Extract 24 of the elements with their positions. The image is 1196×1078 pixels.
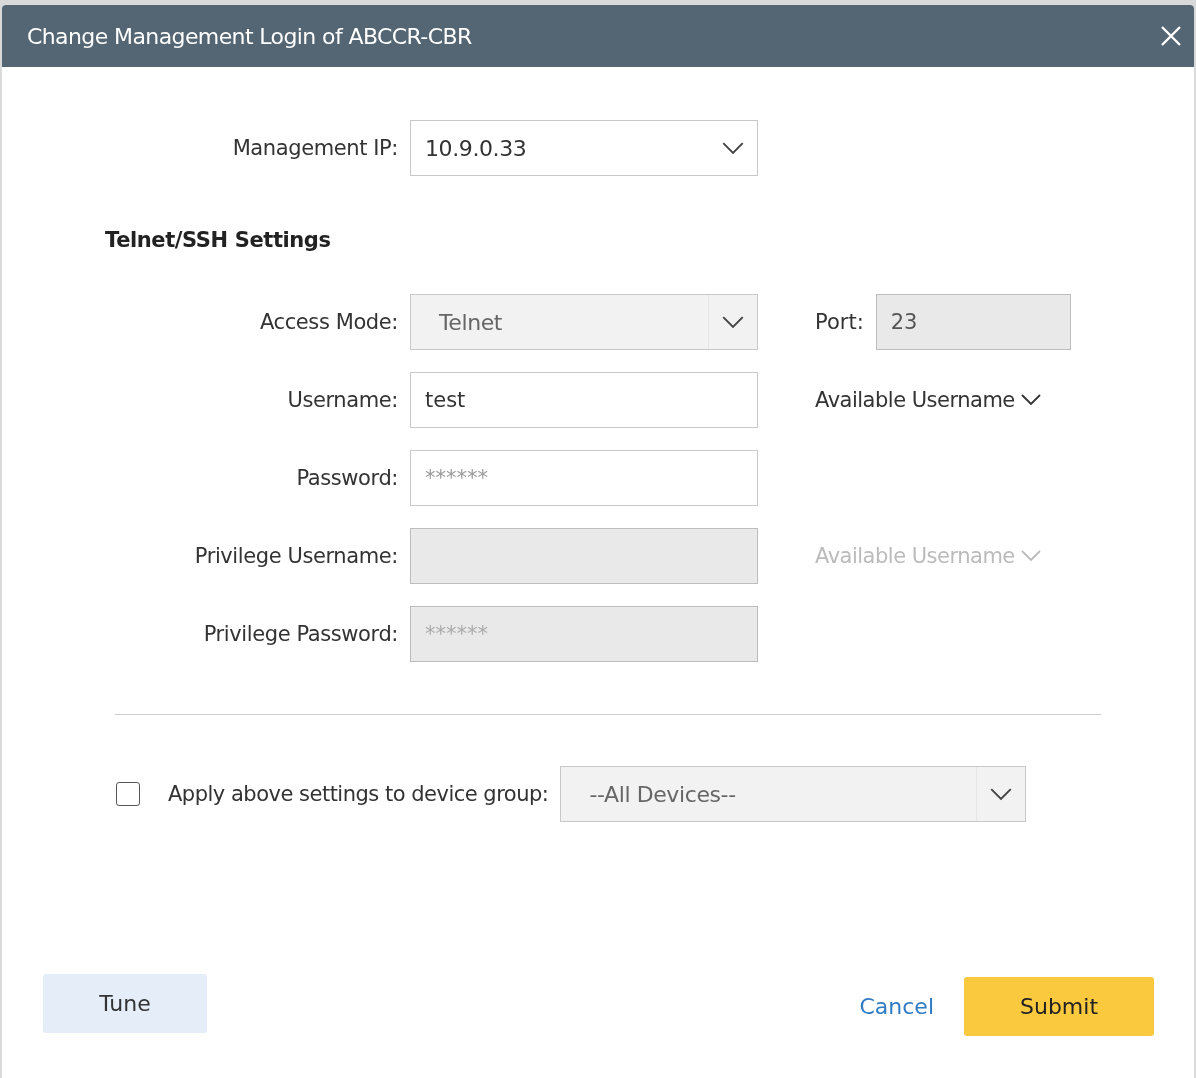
chevron-down-icon: [1020, 394, 1041, 406]
chevron-down-icon: [722, 315, 744, 329]
field-label: Privilege Password:: [202, 622, 398, 646]
field-label: Password:: [295, 466, 398, 490]
checkbox-label: Apply above settings to device group:: [168, 782, 549, 806]
field-label: Port:: [815, 310, 864, 334]
password-field[interactable]: ******: [410, 450, 758, 506]
window-title: Change Management Login of ABCCR-CBR: [27, 23, 472, 49]
available-username-dropdown[interactable]: Available Username: [815, 388, 1041, 412]
text-field[interactable]: test: [410, 372, 758, 428]
chevron-down-icon: [722, 141, 744, 155]
submit-button[interactable]: Submit: [964, 977, 1154, 1036]
field-label: Access Mode:: [258, 310, 398, 334]
field-label: Privilege Username:: [193, 544, 398, 568]
tune-button[interactable]: Tune: [43, 974, 207, 1033]
chevron-down-icon: [990, 787, 1013, 801]
chevron-down-icon: [1020, 550, 1041, 562]
ip-dropdown[interactable]: 10.9.0.33: [410, 120, 758, 176]
field-label: Management IP:: [231, 136, 398, 160]
checkbox[interactable]: [116, 782, 140, 806]
cancel-link[interactable]: Cancel: [859, 994, 964, 1019]
field-label: Username:: [286, 388, 398, 412]
close-icon[interactable]: [1160, 25, 1182, 47]
section-title: Telnet/SSH Settings: [104, 228, 332, 252]
